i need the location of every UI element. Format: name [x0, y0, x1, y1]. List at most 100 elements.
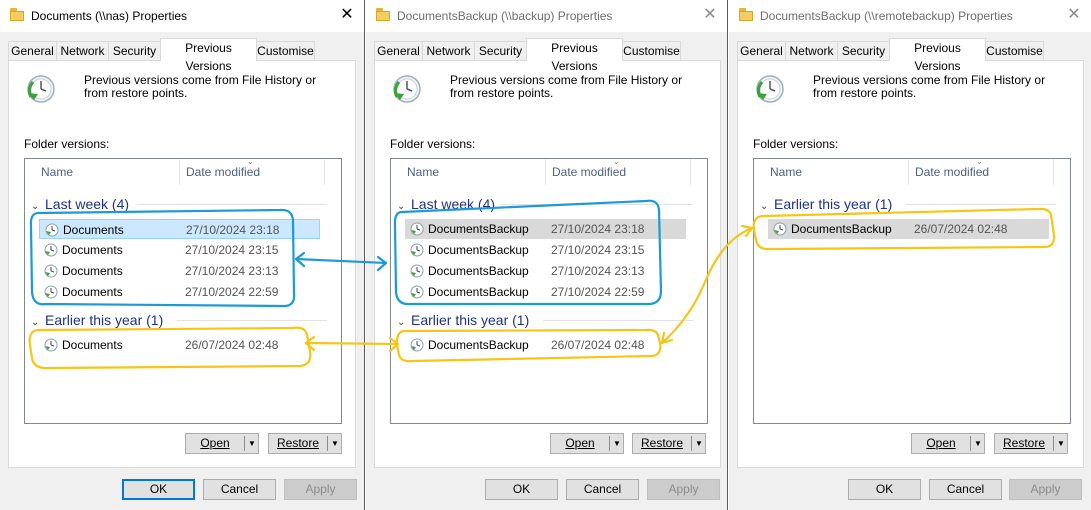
dropdown-arrow-icon[interactable]: ▼	[972, 434, 984, 453]
tab-security[interactable]: Security	[108, 41, 161, 60]
group-header-earlier-this-year[interactable]: ⌄ Earlier this year (1)	[760, 194, 892, 214]
open-button[interactable]: Open ▼	[550, 433, 624, 454]
column-separator[interactable]	[545, 159, 546, 185]
list-item[interactable]: Documents 27/10/2024 22:59	[39, 282, 320, 302]
item-name: Documents	[62, 264, 123, 278]
group-header-earlier-this-year[interactable]: ⌄ Earlier this year (1)	[397, 310, 529, 330]
column-name[interactable]: Name	[407, 159, 439, 185]
versions-list[interactable]: Name Date modified ⌄ ⌄ Last week (4) Docu…	[24, 158, 342, 424]
tab-customise[interactable]: Customise	[256, 41, 315, 60]
item-date: 27/10/2024 23:15	[551, 243, 645, 257]
folder-icon	[739, 8, 753, 21]
item-date: 26/07/2024 02:48	[914, 222, 1008, 236]
close-icon[interactable]: ✕	[337, 5, 357, 25]
info-text: Previous versions come from File History…	[450, 73, 683, 100]
dropdown-arrow-icon[interactable]: ▼	[1055, 434, 1067, 453]
restore-button[interactable]: Restore ▼	[268, 433, 342, 454]
close-icon[interactable]: ✕	[700, 5, 720, 25]
item-name: Documents	[62, 243, 123, 257]
folder-icon	[10, 8, 24, 21]
column-name[interactable]: Name	[41, 159, 73, 185]
close-icon[interactable]: ✕	[1064, 5, 1084, 25]
list-item[interactable]: DocumentsBackup 27/10/2024 23:15	[405, 240, 686, 260]
column-separator[interactable]	[908, 159, 909, 185]
chevron-down-icon: ⌄	[31, 201, 40, 212]
open-button[interactable]: Open ▼	[911, 433, 985, 454]
version-clock-icon	[45, 223, 59, 237]
group-header-last-week[interactable]: ⌄ Last week (4)	[31, 194, 129, 214]
list-item[interactable]: DocumentsBackup 26/07/2024 02:48	[405, 335, 686, 355]
tab-general[interactable]: General	[374, 41, 423, 60]
item-date: 27/10/2024 23:18	[186, 223, 280, 237]
version-clock-icon	[773, 222, 787, 236]
tab-previous-versions[interactable]: Previous Versions	[889, 38, 986, 73]
dropdown-arrow-icon[interactable]: ▼	[329, 434, 341, 453]
column-name[interactable]: Name	[770, 159, 802, 185]
title-bar[interactable]: DocumentsBackup (\\remotebackup) Propert…	[729, 0, 1091, 32]
item-date: 27/10/2024 23:13	[185, 264, 279, 278]
list-item[interactable]: Documents 27/10/2024 23:13	[39, 261, 320, 281]
cancel-button[interactable]: Cancel	[203, 479, 276, 500]
tab-general[interactable]: General	[8, 41, 57, 60]
tab-security[interactable]: Security	[474, 41, 527, 60]
list-item[interactable]: DocumentsBackup 26/07/2024 02:48	[768, 219, 1049, 239]
ok-button[interactable]: OK	[485, 479, 558, 500]
item-name: DocumentsBackup	[791, 222, 892, 236]
cancel-button[interactable]: Cancel	[566, 479, 639, 500]
tab-general[interactable]: General	[737, 41, 786, 60]
dropdown-arrow-icon[interactable]: ▼	[693, 434, 705, 453]
group-divider	[137, 204, 327, 205]
list-item[interactable]: DocumentsBackup 27/10/2024 23:18	[405, 219, 686, 239]
title-bar[interactable]: Documents (\\nas) Properties ✕	[0, 0, 364, 32]
open-button[interactable]: Open ▼	[185, 433, 259, 454]
item-name: DocumentsBackup	[428, 243, 529, 257]
split-separator	[1053, 436, 1054, 451]
group-header-last-week[interactable]: ⌄ Last week (4)	[397, 194, 495, 214]
tab-network[interactable]: Network	[785, 41, 838, 60]
apply-button[interactable]: Apply	[647, 479, 720, 500]
version-clock-icon	[44, 338, 58, 352]
ok-button[interactable]: OK	[848, 479, 921, 500]
chevron-down-icon: ⌄	[397, 201, 406, 212]
tab-network[interactable]: Network	[56, 41, 109, 60]
version-clock-icon	[410, 285, 424, 299]
chevron-down-icon: ⌄	[31, 317, 40, 328]
tab-customise[interactable]: Customise	[622, 41, 681, 60]
apply-button[interactable]: Apply	[1009, 479, 1082, 500]
apply-button[interactable]: Apply	[284, 479, 357, 500]
item-name: DocumentsBackup	[428, 264, 529, 278]
tab-previous-versions[interactable]: Previous Versions	[526, 38, 623, 73]
folder-icon	[376, 8, 390, 21]
list-item[interactable]: Documents 27/10/2024 23:15	[39, 240, 320, 260]
list-item[interactable]: Documents 27/10/2024 23:18	[39, 219, 320, 239]
column-separator[interactable]	[1053, 159, 1054, 185]
list-item[interactable]: Documents 26/07/2024 02:48	[39, 335, 320, 355]
title-bar[interactable]: DocumentsBackup (\\backup) Properties ✕	[366, 0, 727, 32]
dropdown-arrow-icon[interactable]: ▼	[246, 434, 258, 453]
tab-security[interactable]: Security	[837, 41, 890, 60]
versions-list[interactable]: Name Date modified ⌄ ⌄ Earlier this year …	[753, 158, 1071, 424]
column-separator[interactable]	[324, 159, 325, 185]
tab-customise[interactable]: Customise	[985, 41, 1044, 60]
version-clock-icon	[44, 285, 58, 299]
item-date: 26/07/2024 02:48	[551, 338, 645, 352]
ok-button[interactable]: OK	[122, 479, 195, 500]
list-item[interactable]: DocumentsBackup 27/10/2024 23:13	[405, 261, 686, 281]
version-clock-icon	[410, 222, 424, 236]
item-date: 27/10/2024 23:13	[551, 264, 645, 278]
restore-button[interactable]: Restore ▼	[632, 433, 706, 454]
version-clock-icon	[410, 264, 424, 278]
tab-network[interactable]: Network	[422, 41, 475, 60]
column-separator[interactable]	[179, 159, 180, 185]
dropdown-arrow-icon[interactable]: ▼	[611, 434, 623, 453]
cancel-button[interactable]: Cancel	[929, 479, 1002, 500]
item-date: 27/10/2024 23:18	[551, 222, 645, 236]
group-header-earlier-this-year[interactable]: ⌄ Earlier this year (1)	[31, 310, 163, 330]
split-separator	[609, 436, 610, 451]
restore-button[interactable]: Restore ▼	[994, 433, 1068, 454]
column-separator[interactable]	[690, 159, 691, 185]
tab-previous-versions[interactable]: Previous Versions	[160, 38, 257, 73]
version-clock-icon	[44, 264, 58, 278]
versions-list[interactable]: Name Date modified ⌄ ⌄ Last week (4) Docu…	[390, 158, 708, 424]
list-item[interactable]: DocumentsBackup 27/10/2024 22:59	[405, 282, 686, 302]
